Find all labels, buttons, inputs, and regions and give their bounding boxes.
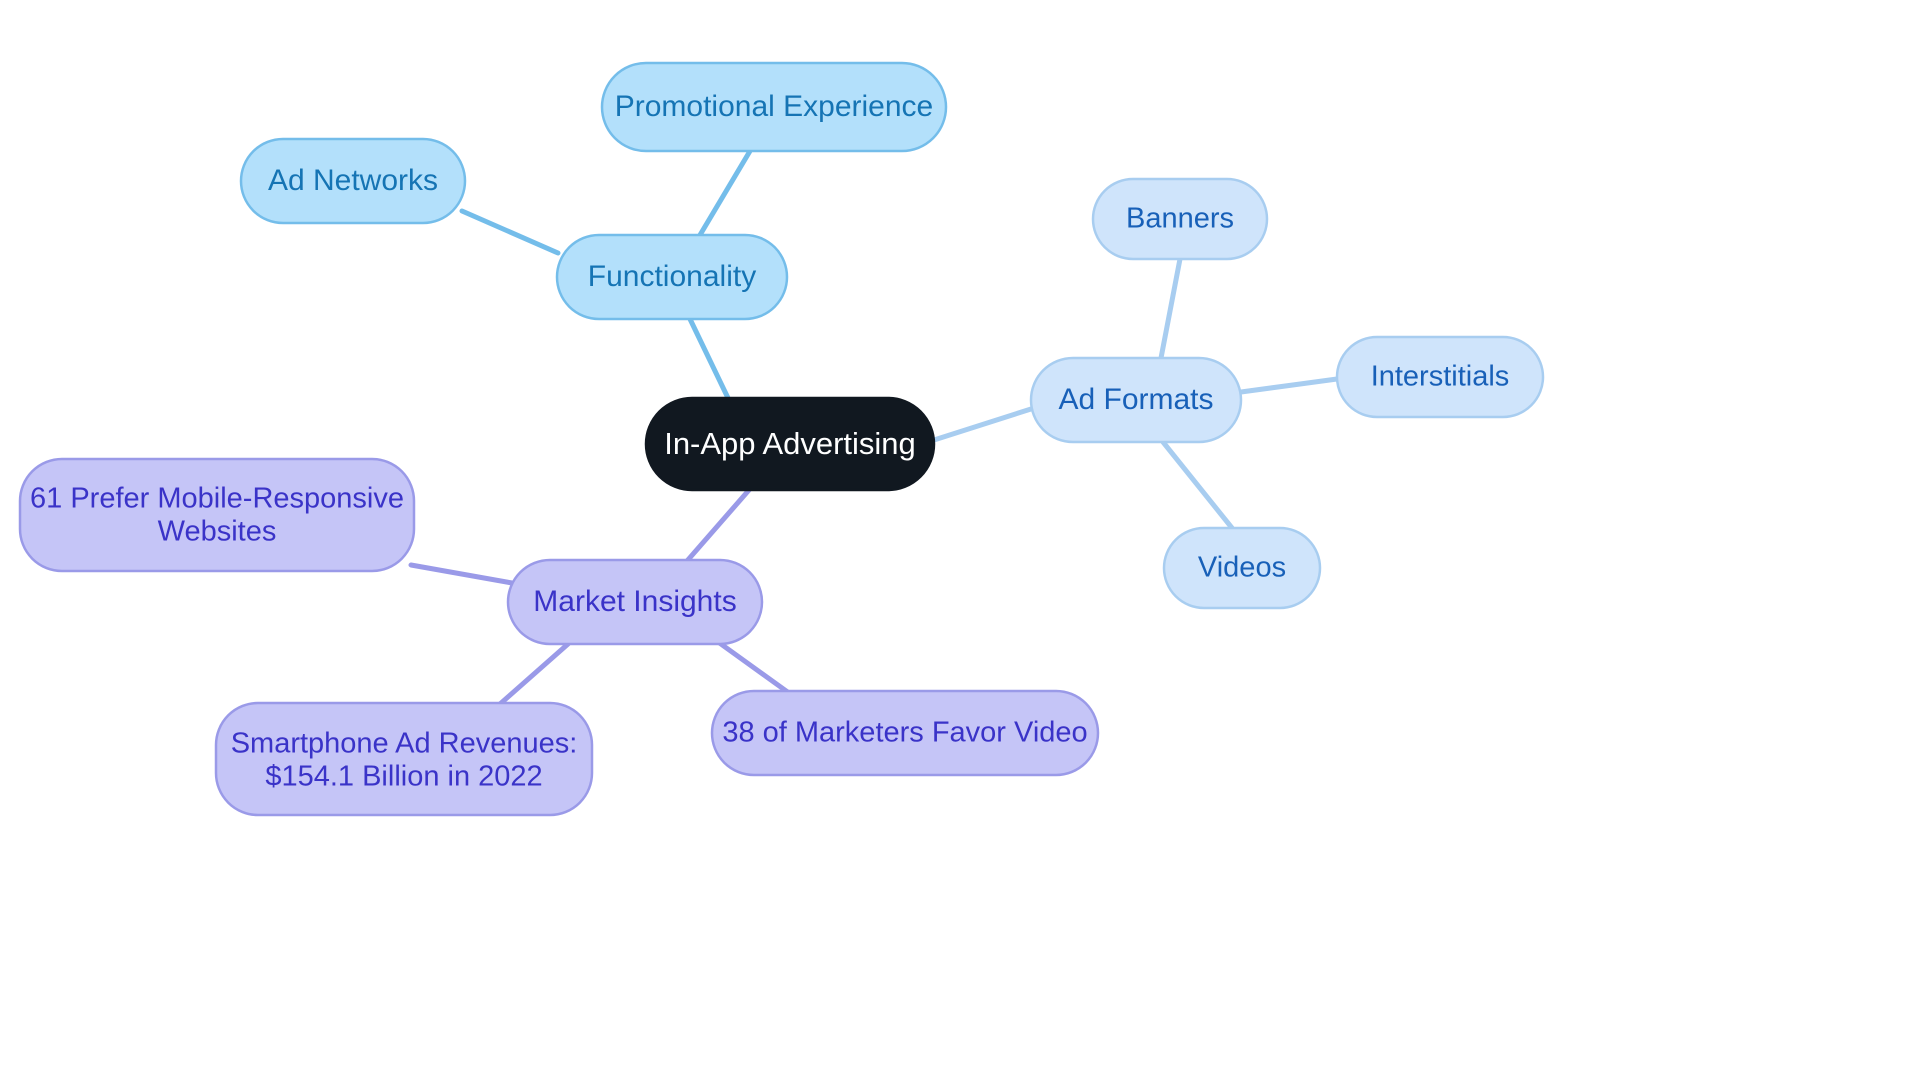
node-ad-formats-label: Ad Formats: [1058, 383, 1213, 416]
edge-market-insights-to-smartphone-revenues: [497, 641, 571, 707]
node-ad-networks-label: Ad Networks: [268, 164, 438, 197]
node-ad-networks[interactable]: Ad Networks: [239, 137, 467, 225]
node-mobile-responsive-label-line1: 61 Prefer Mobile-Responsive: [30, 483, 404, 515]
edge-functionality-to-ad-networks: [459, 208, 561, 256]
node-banners[interactable]: Banners: [1091, 177, 1269, 261]
node-promotional-experience-label: Promotional Experience: [615, 90, 934, 123]
mindmap-canvas-container: Promotional Experience Ad Networks Funct…: [0, 0, 1920, 1083]
edge-central-to-ad-formats: [931, 406, 1034, 443]
node-banners-label: Banners: [1126, 203, 1234, 235]
node-videos-label: Videos: [1198, 552, 1286, 584]
edge-central-to-functionality: [687, 316, 731, 401]
mindmap-diagram: Promotional Experience Ad Networks Funct…: [18, 61, 1545, 817]
node-marketers-video-label: 38 of Marketers Favor Video: [722, 717, 1087, 749]
node-central-label: In-App Advertising: [664, 426, 916, 461]
node-smartphone-revenues[interactable]: Smartphone Ad Revenues: $154.1 Billion i…: [214, 701, 594, 817]
node-promotional-experience[interactable]: Promotional Experience: [600, 61, 948, 153]
node-marketers-video[interactable]: 38 of Marketers Favor Video: [710, 689, 1100, 777]
node-mobile-responsive-label-line2: Websites: [158, 516, 277, 548]
edge-functionality-to-promotional-experience: [697, 148, 753, 238]
edge-ad-formats-to-banners: [1158, 256, 1183, 361]
node-functionality[interactable]: Functionality: [555, 233, 789, 321]
node-interstitials-label: Interstitials: [1371, 361, 1510, 393]
edge-market-insights-to-marketers-video: [711, 636, 792, 696]
node-central-in-app-advertising[interactable]: In-App Advertising: [644, 396, 936, 492]
edge-central-to-market-insights: [684, 487, 752, 564]
node-smartphone-revenues-label-line2: $154.1 Billion in 2022: [265, 761, 542, 793]
node-functionality-label: Functionality: [588, 260, 756, 293]
edge-ad-formats-to-interstitials: [1238, 376, 1340, 395]
node-interstitials[interactable]: Interstitials: [1335, 335, 1545, 419]
node-market-insights[interactable]: Market Insights: [506, 558, 764, 646]
edge-market-insights-to-mobile-responsive: [408, 562, 515, 586]
node-mobile-responsive[interactable]: 61 Prefer Mobile-Responsive Websites: [18, 457, 416, 573]
node-videos[interactable]: Videos: [1162, 526, 1322, 610]
edge-ad-formats-to-videos: [1160, 439, 1235, 531]
node-market-insights-label: Market Insights: [533, 585, 736, 618]
node-smartphone-revenues-label-line1: Smartphone Ad Revenues:: [231, 728, 578, 760]
node-ad-formats[interactable]: Ad Formats: [1029, 356, 1243, 444]
